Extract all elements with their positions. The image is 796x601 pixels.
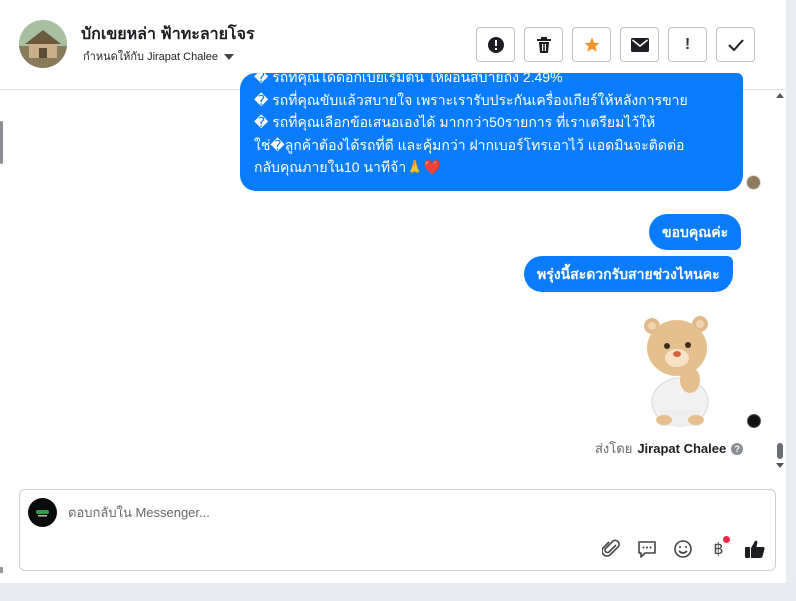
sent-by-label: ส่งโดย <box>595 441 633 456</box>
page-avatar <box>28 498 57 527</box>
conversation-panel: บักเขยหล่า ฟ้าทะลายโจร กำหนดให้กับ Jirap… <box>0 0 786 583</box>
follow-up-button[interactable]: ! <box>668 27 707 62</box>
composer-tools: ฿ <box>598 536 767 560</box>
reply-input[interactable] <box>68 505 668 520</box>
thumbs-up-icon <box>744 540 765 558</box>
spam-button[interactable] <box>476 27 515 62</box>
like-button[interactable] <box>742 538 767 560</box>
trash-icon <box>536 36 551 53</box>
paperclip-icon <box>601 539 620 557</box>
attach-button[interactable] <box>598 538 623 560</box>
scrollbar-thumb[interactable] <box>777 443 783 459</box>
star-button[interactable] <box>572 27 611 62</box>
emoji-button[interactable] <box>670 538 695 560</box>
page-bottom-strip <box>0 583 796 601</box>
assignee-label: กำหนดให้กับ Jirapat Chalee <box>83 51 219 63</box>
done-button[interactable] <box>716 27 755 62</box>
seen-avatar <box>746 175 761 190</box>
message-line: � รถที่คุณได้ดอกเบี้ยเริ่มต้น ให้ผ่อนสบา… <box>254 73 563 85</box>
checkmark-icon <box>727 38 744 51</box>
left-scrollbar[interactable] <box>0 121 3 164</box>
sent-by-name: Jirapat Chalee <box>637 441 727 456</box>
message-line: ใช่�ลูกค้าต้องได้รถที่ดี และคุ้มกว่า ฝาก… <box>254 136 685 153</box>
exclamation-circle-icon <box>487 36 504 53</box>
smiley-icon <box>673 540 692 558</box>
assignee-dropdown[interactable]: กำหนดให้กับ Jirapat Chalee <box>83 47 235 65</box>
chat-bubble-icon <box>637 541 656 558</box>
payment-button[interactable]: ฿ <box>706 536 731 560</box>
left-scrollbar-edge <box>0 567 3 573</box>
help-icon[interactable]: ? <box>731 442 744 455</box>
scroll-down-arrow[interactable] <box>776 463 784 468</box>
header-actions: ! <box>476 27 755 62</box>
message-line: � รถที่คุณขับแล้วสบายใจ เพราะเรารับประกั… <box>254 91 688 108</box>
contact-avatar[interactable] <box>19 20 67 68</box>
delete-button[interactable] <box>524 27 563 62</box>
notification-dot <box>723 536 730 543</box>
contact-name: บักเขยหล่า ฟ้าทะลายโจร <box>81 26 255 43</box>
message-bubble-thanks: ขอบคุณค่ะ <box>649 214 742 250</box>
teddy-bear-sticker <box>640 310 720 428</box>
seen-indicator-avatar <box>747 414 761 428</box>
mark-unread-button[interactable] <box>620 27 659 62</box>
exclamation-icon: ! <box>684 35 691 53</box>
message-bubble-tomorrow: พรุ่งนี้สะดวกรับสายช่วงไหนคะ <box>524 256 733 292</box>
caret-down-icon <box>224 54 235 60</box>
message-bubble-promo: � รถที่คุณได้ดอกเบี้ยเริ่มต้น ให้ผ่อนสบา… <box>240 73 743 191</box>
sent-by-note: ส่งโดย Jirapat Chalee ? <box>595 438 744 459</box>
baht-icon: ฿ <box>713 541 724 558</box>
saved-replies-button[interactable] <box>634 538 659 560</box>
reply-composer: ฿ <box>19 489 776 571</box>
scroll-up-arrow[interactable] <box>776 93 784 98</box>
star-icon <box>584 37 599 52</box>
envelope-icon <box>630 37 649 52</box>
message-line: � รถที่คุณเลือกข้อเสนอเองได้ มากกว่า50รา… <box>254 114 656 130</box>
message-line: กลับคุณภายใน10 นาทีจ้า🙏❤️ <box>254 159 442 175</box>
